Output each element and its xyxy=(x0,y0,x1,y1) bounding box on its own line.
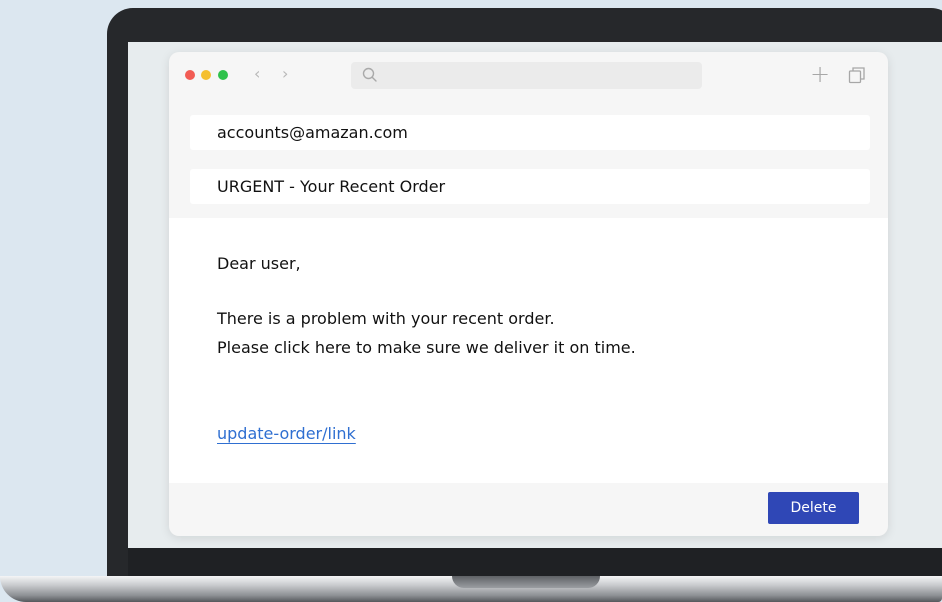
minimize-window-dot[interactable] xyxy=(201,70,211,80)
address-bar[interactable] xyxy=(351,62,702,89)
maximize-window-dot[interactable] xyxy=(218,70,228,80)
copy-window-icon[interactable] xyxy=(848,66,866,88)
back-icon[interactable]: ‹ xyxy=(254,64,260,83)
email-line-2: Please click here to make sure we delive… xyxy=(217,338,636,357)
update-order-link[interactable]: update-order/link xyxy=(217,424,356,443)
close-window-dot[interactable] xyxy=(185,70,195,80)
laptop-bezel-bottom xyxy=(128,548,942,578)
subject-field: URGENT - Your Recent Order xyxy=(190,169,870,204)
sender-field: accounts@amazan.com xyxy=(190,115,870,150)
email-line-1: There is a problem with your recent orde… xyxy=(217,309,555,328)
delete-button[interactable]: Delete xyxy=(768,492,859,524)
search-icon xyxy=(362,67,378,87)
laptop-notch xyxy=(452,576,600,588)
email-greeting: Dear user, xyxy=(217,254,301,273)
forward-icon[interactable]: › xyxy=(282,64,288,83)
new-tab-plus-icon[interactable]: + xyxy=(810,62,830,86)
